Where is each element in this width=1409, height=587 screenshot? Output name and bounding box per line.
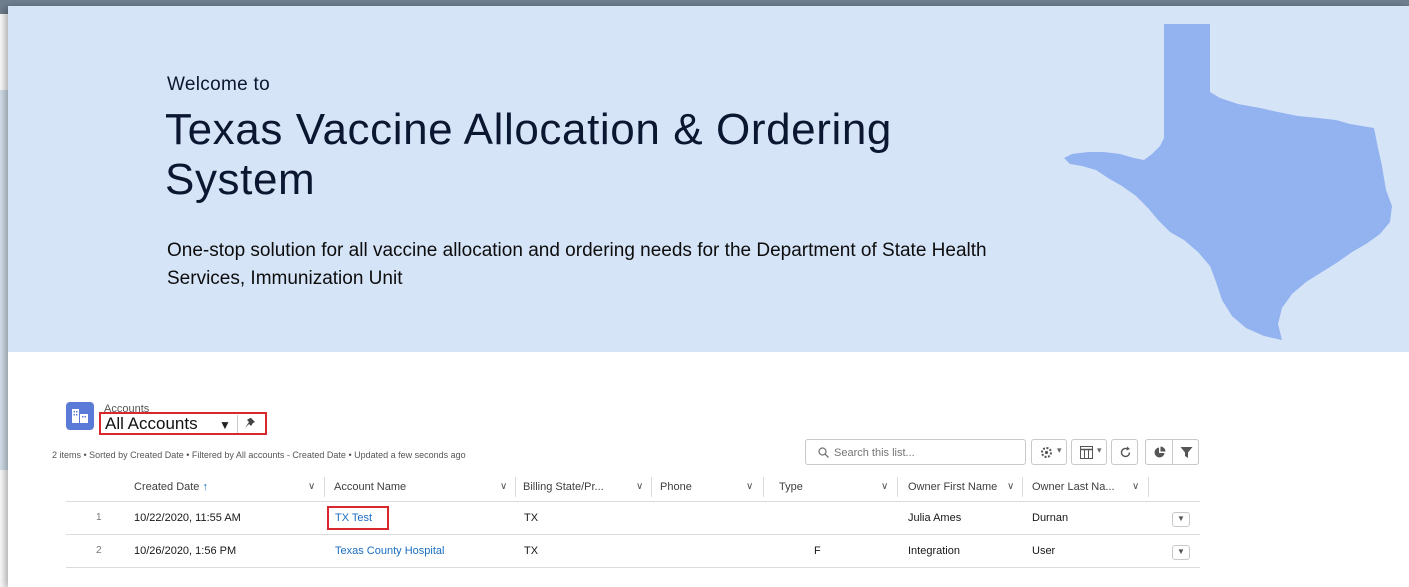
caret-down-icon[interactable]: ▼: [219, 418, 231, 432]
list-view-name: All Accounts: [105, 414, 198, 433]
column-header-owner-last-name[interactable]: Owner Last Na...: [1032, 472, 1115, 502]
pie-chart-icon: [1154, 446, 1166, 458]
chevron-down-icon[interactable]: ∨: [308, 472, 315, 502]
gear-icon: [1041, 447, 1052, 458]
column-header-phone[interactable]: Phone: [660, 472, 692, 502]
list-settings-button[interactable]: ▾: [1031, 439, 1067, 465]
column-divider[interactable]: [763, 477, 764, 497]
column-header-account-name[interactable]: Account Name: [334, 472, 406, 502]
table-row: 2 10/26/2020, 1:56 PM Texas County Hospi…: [66, 535, 1200, 568]
column-header-created-date[interactable]: Created Date ↑: [134, 472, 208, 502]
welcome-text: Welcome to: [167, 74, 270, 95]
column-header-owner-first-name[interactable]: Owner First Name: [908, 472, 997, 502]
filter-button[interactable]: [1172, 439, 1199, 465]
search-icon: [818, 447, 829, 458]
chart-button[interactable]: [1145, 439, 1172, 465]
cell-owner-last-name: User: [1032, 545, 1056, 557]
texas-map-icon: [1064, 24, 1392, 340]
row-actions-button[interactable]: ▼: [1172, 545, 1190, 560]
hero-subtitle: One-stop solution for all vaccine alloca…: [167, 240, 987, 289]
column-divider[interactable]: [897, 477, 898, 497]
column-divider[interactable]: [515, 477, 516, 497]
cell-owner-last-name: Durnan: [1032, 512, 1069, 524]
table-header: Created Date ↑ ∨ Account Name ∨ Billing …: [66, 472, 1200, 502]
pin-list-button[interactable]: [237, 415, 261, 433]
cell-owner-first-name: Julia Ames: [908, 512, 962, 524]
column-divider[interactable]: [324, 477, 325, 497]
accounts-object-icon: [66, 402, 94, 430]
page-title: Texas Vaccine Allocation & Ordering Syst…: [165, 105, 892, 204]
column-header-billing-state[interactable]: Billing State/Pr...: [523, 472, 604, 502]
account-name-link[interactable]: Texas County Hospital: [335, 535, 444, 567]
refresh-icon: [1120, 446, 1131, 458]
account-name-link[interactable]: TX Test: [335, 502, 372, 534]
cell-type: F: [814, 545, 821, 557]
row-actions-button[interactable]: ▼: [1172, 512, 1190, 527]
chevron-down-icon[interactable]: ∨: [636, 472, 643, 502]
caret-down-icon: ▼: [1177, 547, 1185, 556]
page-card: Welcome to Texas Vaccine Allocation & Or…: [8, 6, 1409, 587]
search-input[interactable]: [834, 444, 1019, 461]
search-list-box[interactable]: [805, 439, 1026, 465]
cell-billing-state: TX: [524, 512, 539, 524]
row-number: 1: [96, 512, 102, 523]
caret-down-icon: ▼: [1177, 514, 1185, 523]
column-divider[interactable]: [651, 477, 652, 497]
hero-banner: Welcome to Texas Vaccine Allocation & Or…: [8, 6, 1409, 352]
chevron-down-icon[interactable]: ∨: [881, 472, 888, 502]
refresh-button[interactable]: [1111, 439, 1138, 465]
list-view-meta: 2 items • Sorted by Created Date • Filte…: [52, 450, 466, 460]
column-header-type[interactable]: Type: [779, 472, 803, 502]
row-number: 2: [96, 545, 102, 556]
chevron-down-icon[interactable]: ∨: [500, 472, 507, 502]
column-divider[interactable]: [1148, 477, 1149, 497]
filter-icon: [1180, 447, 1193, 458]
column-divider[interactable]: [1022, 477, 1023, 497]
list-view-switcher[interactable]: All Accounts ▼: [99, 412, 267, 435]
pin-icon: [245, 418, 255, 428]
chevron-down-icon[interactable]: ∨: [1007, 472, 1014, 502]
table-row: 1 10/22/2020, 11:55 AM TX Test TX Julia …: [66, 502, 1200, 535]
chevron-down-icon[interactable]: ∨: [746, 472, 753, 502]
chevron-down-icon[interactable]: ∨: [1132, 472, 1139, 502]
sort-ascending-icon: ↑: [202, 481, 209, 493]
display-as-button[interactable]: ▾: [1071, 439, 1107, 465]
cell-created-date: 10/22/2020, 11:55 AM: [134, 512, 241, 524]
cell-created-date: 10/26/2020, 1:56 PM: [134, 545, 237, 557]
cell-owner-first-name: Integration: [908, 545, 960, 557]
cell-billing-state: TX: [524, 545, 539, 557]
table-icon: [1080, 446, 1093, 459]
